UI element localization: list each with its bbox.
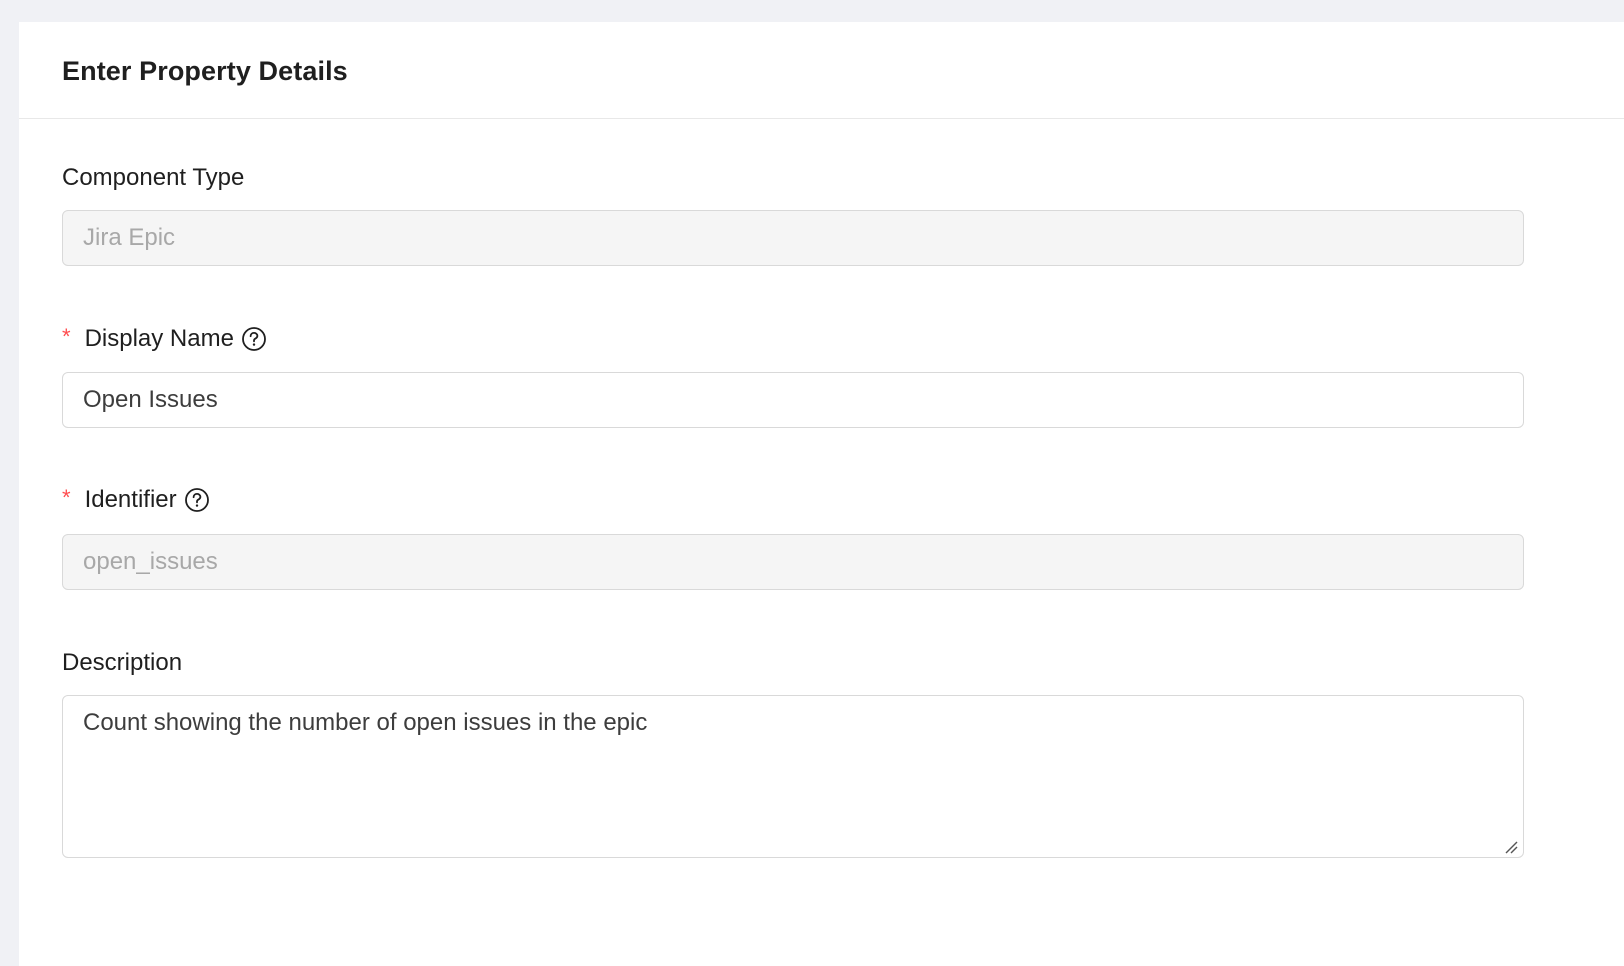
component-type-label: Component Type (62, 164, 245, 191)
required-mark: * (62, 324, 71, 349)
panel-title: Enter Property Details (62, 56, 348, 86)
component-type-label-row: Component Type (62, 163, 1524, 193)
required-mark: * (62, 485, 71, 510)
display-name-label: Display Name (84, 325, 234, 352)
description-label: Description (62, 649, 183, 676)
resize-handle-icon[interactable] (1504, 840, 1518, 854)
identifier-label-row: * Identifier (62, 485, 1524, 515)
display-name-label-row: * Display Name (62, 324, 1524, 354)
question-circle-icon[interactable] (184, 487, 210, 513)
component-type-input (62, 210, 1524, 266)
identifier-label: Identifier (84, 486, 177, 513)
panel-header: Enter Property Details (19, 22, 1624, 119)
description-textarea[interactable]: Count showing the number of open issues … (62, 695, 1524, 858)
display-name-form-item: * Display Name (62, 324, 1524, 428)
description-form-item: Description Count showing the number of … (62, 648, 1524, 858)
component-type-form-item: Component Type (62, 163, 1524, 266)
identifier-form-item: * Identifier (62, 485, 1524, 590)
question-circle-icon[interactable] (241, 326, 267, 352)
display-name-input[interactable] (62, 372, 1524, 428)
description-label-row: Description (62, 648, 1524, 678)
identifier-input (62, 534, 1524, 590)
property-details-panel: Enter Property Details Component Type * … (19, 22, 1624, 966)
